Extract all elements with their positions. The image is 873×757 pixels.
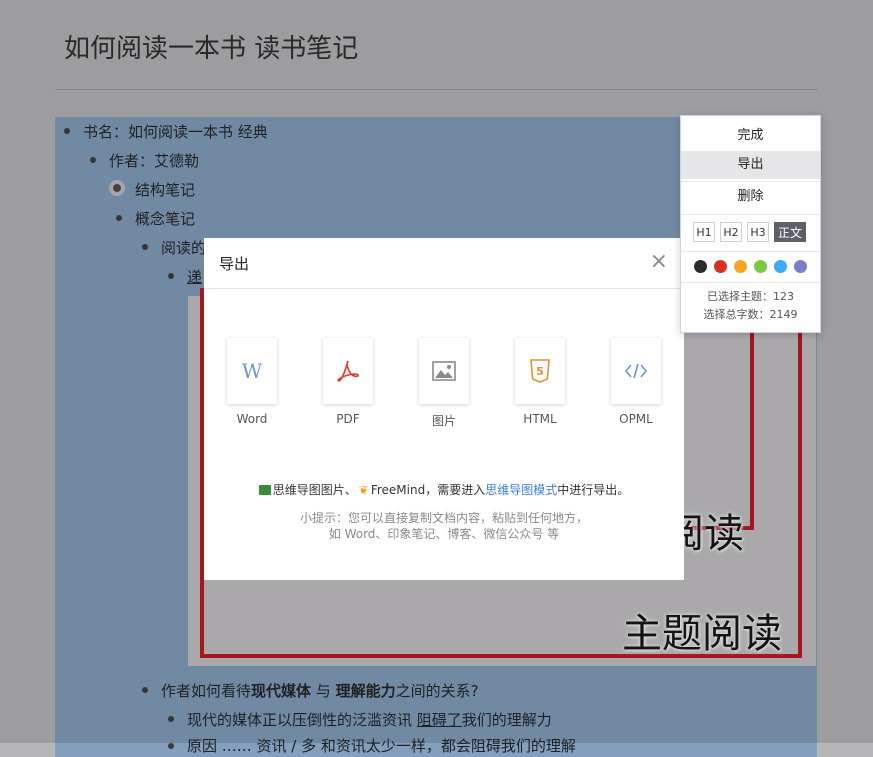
selection-context-menu: 完成 导出 删除 H1 H2 H3 正文 已选择主题：123 选择总字数：214…: [680, 115, 821, 333]
export-note: 思维导图图片、 ❦ FreeMind，需要进入思维导图模式中进行导出。: [204, 481, 684, 498]
menu-divider: [681, 282, 820, 283]
export-opml-button[interactable]: OPML: [606, 338, 666, 426]
export-image-button[interactable]: 图片: [414, 338, 474, 429]
color-swatch-orange[interactable]: [734, 260, 747, 273]
svg-text:5: 5: [536, 365, 544, 378]
note-text: 中进行导出。: [557, 483, 630, 497]
stat-value: 123: [773, 290, 794, 303]
heading-h1-button[interactable]: H1: [693, 222, 715, 242]
stat-value: 2149: [769, 308, 798, 321]
color-swatch-red[interactable]: [714, 260, 727, 273]
stat-label: 选择总字数：: [703, 308, 770, 321]
export-word-button[interactable]: W Word: [222, 338, 282, 426]
color-swatch-blue[interactable]: [774, 260, 787, 273]
heading-h2-button[interactable]: H2: [720, 222, 742, 242]
done-button[interactable]: 完成: [681, 122, 820, 150]
pdf-icon: [323, 338, 373, 404]
color-swatch-purple[interactable]: [794, 260, 807, 273]
color-swatch-green[interactable]: [754, 260, 767, 273]
export-button[interactable]: 导出: [681, 151, 820, 179]
outline-bullet[interactable]: [168, 743, 174, 749]
dialog-title: 导出: [219, 255, 250, 273]
freemind-icon: ❦: [358, 483, 369, 497]
menu-divider: [681, 214, 820, 215]
export-label: Word: [236, 412, 268, 426]
image-icon: [419, 338, 469, 404]
menu-divider: [681, 181, 820, 182]
tip-line: 小提示：您可以直接复制文档内容，粘贴到任何地方，: [299, 511, 588, 525]
total-chars-stat: 选择总字数：2149: [681, 306, 820, 322]
delete-button[interactable]: 删除: [681, 183, 820, 211]
tip-line: 如 Word、印象笔记、博客、微信公众号 等: [328, 527, 560, 541]
svg-text:W: W: [242, 359, 263, 383]
note-text: FreeMind，需要进入: [370, 483, 486, 497]
export-dialog: 导出 × W Word PDF 图片 5 HTML OPML 思维导图图片、 ❦ F…: [204, 238, 684, 580]
stat-label: 已选择主题：: [707, 290, 773, 303]
code-icon: [611, 338, 661, 404]
export-tip: 小提示：您可以直接复制文档内容，粘贴到任何地方， 如 Word、印象笔记、博客、…: [204, 510, 684, 542]
export-html-button[interactable]: 5 HTML: [510, 338, 570, 426]
html5-icon: 5: [515, 338, 565, 404]
word-icon: W: [227, 338, 277, 404]
export-label: OPML: [619, 412, 653, 426]
mindmap-mode-link[interactable]: 思维导图模式: [485, 483, 557, 497]
selected-topics-stat: 已选择主题：123: [681, 288, 820, 304]
color-swatch-black[interactable]: [694, 260, 707, 273]
mindmap-image-icon: [258, 485, 271, 495]
export-label: 图片: [431, 414, 456, 428]
dialog-header: 导出 ×: [204, 238, 684, 289]
menu-divider: [681, 251, 820, 252]
export-label: HTML: [523, 412, 557, 426]
export-pdf-button[interactable]: PDF: [318, 338, 378, 426]
heading-h3-button[interactable]: H3: [747, 222, 769, 242]
export-label: PDF: [336, 412, 360, 426]
body-text-button[interactable]: 正文: [774, 222, 806, 242]
close-icon[interactable]: ×: [650, 250, 668, 274]
note-text: 思维导图图片、: [272, 483, 357, 497]
